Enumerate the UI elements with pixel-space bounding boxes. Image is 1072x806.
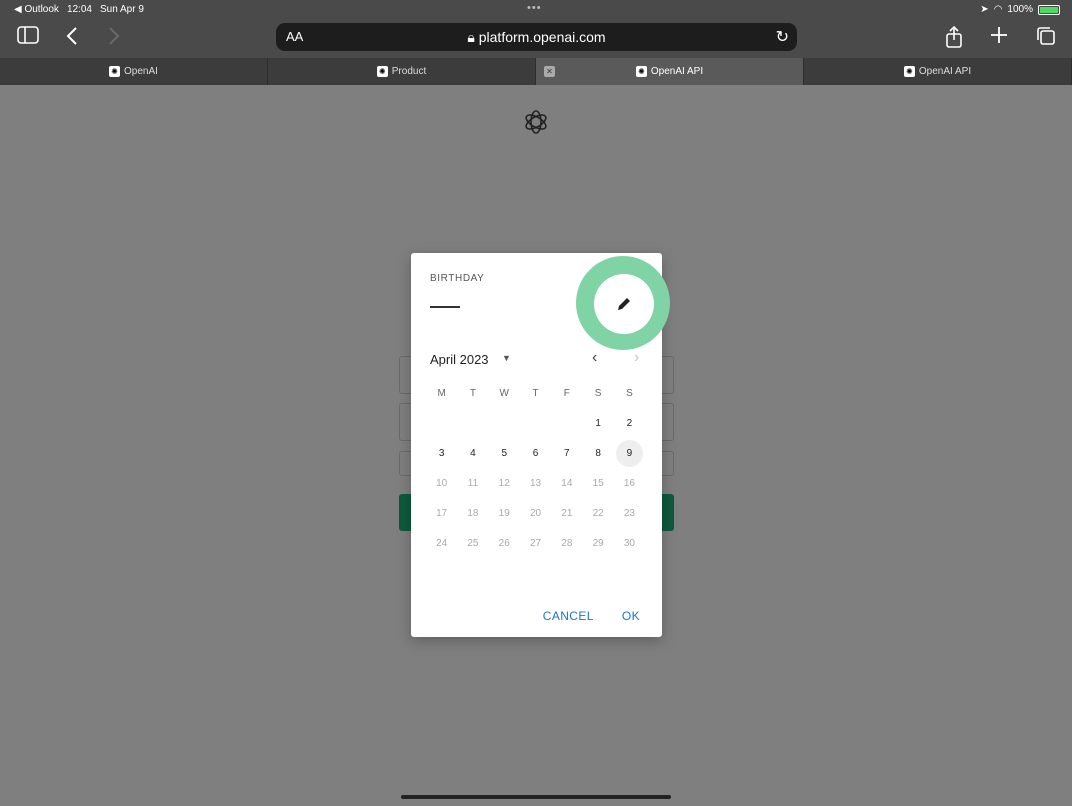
location-icon: ➤	[980, 4, 989, 15]
calendar-day: 14	[561, 477, 573, 489]
calendar-day: 15	[592, 477, 604, 489]
calendar-day: 28	[561, 537, 573, 549]
status-time: 12:04	[66, 4, 92, 15]
sidebar-icon[interactable]	[14, 26, 42, 50]
url-text: platform.openai.com	[478, 29, 606, 45]
openai-logo-icon	[523, 109, 549, 135]
pencil-icon	[618, 298, 630, 310]
tab-label: OpenAI API	[918, 66, 972, 77]
multitasking-dots-icon[interactable]: •••	[527, 2, 542, 14]
status-date: Sun Apr 9	[99, 4, 144, 15]
dialog-label: BIRTHDAY	[430, 273, 485, 284]
status-bar: ◀ Outlook 12:04 Sun Apr 9 ••• ➤ ◠ 100%	[0, 0, 1072, 20]
openai-favicon-icon: ✺	[903, 66, 915, 77]
tab-bar: ✺ OpenAI ✺ Product ✕ ✺ OpenAI API ✺ Open…	[0, 58, 1072, 85]
calendar-day[interactable]: 8	[582, 438, 613, 468]
openai-favicon-icon: ✺	[109, 66, 121, 77]
next-month-icon[interactable]: ›	[634, 349, 639, 367]
calendar-day: 18	[467, 507, 479, 519]
calendar-day: 16	[623, 477, 635, 489]
selected-date-placeholder	[430, 306, 460, 308]
weekday-header: M	[437, 387, 446, 399]
reload-icon[interactable]: ↻	[776, 27, 789, 47]
calendar-day: 17	[436, 507, 448, 519]
lock-icon: 🔒︎	[467, 29, 475, 45]
calendar-day[interactable]: 2	[614, 408, 645, 438]
month-year-selector[interactable]: April 2023	[430, 352, 489, 367]
new-tab-icon[interactable]	[985, 26, 1013, 50]
calendar-week-row: 10 11 12 13 14 15 16	[426, 468, 660, 498]
forward-icon[interactable]	[100, 26, 128, 50]
weekday-header: S	[594, 387, 602, 399]
weekday-header: W	[499, 387, 509, 399]
calendar-week-row: 12	[426, 408, 660, 438]
tab-label: OpenAI API	[650, 66, 704, 77]
calendar-day[interactable]: 4	[457, 438, 488, 468]
calendar-empty-cell	[489, 408, 520, 438]
tab-label: OpenAI	[124, 66, 158, 77]
calendar-day: 10	[436, 477, 448, 489]
caret-down-icon[interactable]: ▼	[502, 353, 511, 363]
calendar-day: 13	[529, 477, 542, 489]
calendar-empty-cell	[457, 408, 488, 438]
weekday-header: T	[532, 387, 539, 399]
calendar-day[interactable]: 9	[614, 438, 645, 468]
calendar-week-row: 17 18 19 20 21 22 23	[426, 498, 660, 528]
battery-percent: 100%	[1007, 4, 1033, 15]
calendar-day: 24	[436, 537, 448, 549]
browser-toolbar: AA 🔒︎ platform.openai.com ↻	[0, 20, 1072, 58]
tab-openai-api-active[interactable]: ✕ ✺ OpenAI API	[536, 58, 804, 85]
calendar-day: 21	[561, 507, 573, 519]
back-icon[interactable]	[58, 26, 86, 50]
share-icon[interactable]	[940, 25, 968, 50]
calendar-day[interactable]: 3	[426, 438, 457, 468]
openai-favicon-icon: ✺	[376, 66, 388, 77]
address-bar[interactable]: AA 🔒︎ platform.openai.com ↻	[276, 23, 797, 51]
calendar-week-row: 3456789	[426, 438, 660, 468]
weekday-header: S	[626, 387, 633, 399]
calendar-day-today[interactable]: 9	[615, 439, 643, 467]
calendar-day[interactable]: 7	[551, 438, 582, 468]
calendar-day[interactable]: 1	[582, 408, 613, 438]
calendar-empty-cell	[426, 408, 457, 438]
tab-overview-icon[interactable]	[1032, 26, 1060, 50]
calendar-day: 29	[592, 537, 604, 549]
back-to-app-link[interactable]: ◀ Outlook	[14, 4, 59, 15]
tab-product[interactable]: ✺ Product	[268, 58, 536, 85]
tab-label: Product	[391, 66, 427, 77]
calendar-empty-cell	[551, 408, 582, 438]
calendar-day[interactable]: 6	[520, 438, 551, 468]
calendar-day: 27	[529, 537, 542, 549]
wifi-icon: ◠	[993, 4, 1003, 15]
calendar-day: 26	[498, 537, 510, 549]
weekday-header: T	[469, 387, 476, 399]
calendar-day: 30	[623, 537, 635, 549]
calendar-empty-cell	[520, 408, 551, 438]
calendar-day: 19	[498, 507, 510, 519]
cancel-button[interactable]: CANCEL	[543, 609, 594, 623]
battery-icon	[1038, 4, 1060, 15]
tab-openai-api[interactable]: ✺ OpenAI API	[804, 58, 1072, 85]
calendar-day: 23	[623, 507, 635, 519]
tab-openai[interactable]: ✺ OpenAI	[0, 58, 268, 85]
previous-month-icon[interactable]: ‹	[592, 349, 597, 367]
openai-favicon-icon: ✺	[635, 66, 647, 77]
ok-button[interactable]: OK	[622, 609, 640, 623]
calendar-day: 25	[467, 537, 479, 549]
calendar-grid: MTWTFSS 1 2 3 4 5 6 7 8 9 10 11 12 13 14 15 16 17 18 19 20 2…	[426, 378, 660, 558]
calendar-week-row: 24 25 26 27 28 29 30	[426, 528, 660, 558]
edit-date-button[interactable]	[594, 274, 654, 334]
calendar-day: 11	[467, 477, 479, 489]
weekday-header-row: MTWTFSS	[426, 378, 660, 408]
close-tab-icon[interactable]: ✕	[544, 66, 555, 77]
calendar-day: 22	[592, 507, 604, 519]
home-indicator	[401, 795, 671, 799]
date-picker-dialog: BIRTHDAY April 2023 ▼ ‹ › MTWTFSS 123456…	[411, 253, 670, 637]
calendar-day[interactable]: 5	[489, 438, 520, 468]
calendar-day: 12	[498, 477, 510, 489]
weekday-header: F	[563, 387, 570, 399]
calendar-day: 20	[529, 507, 542, 519]
